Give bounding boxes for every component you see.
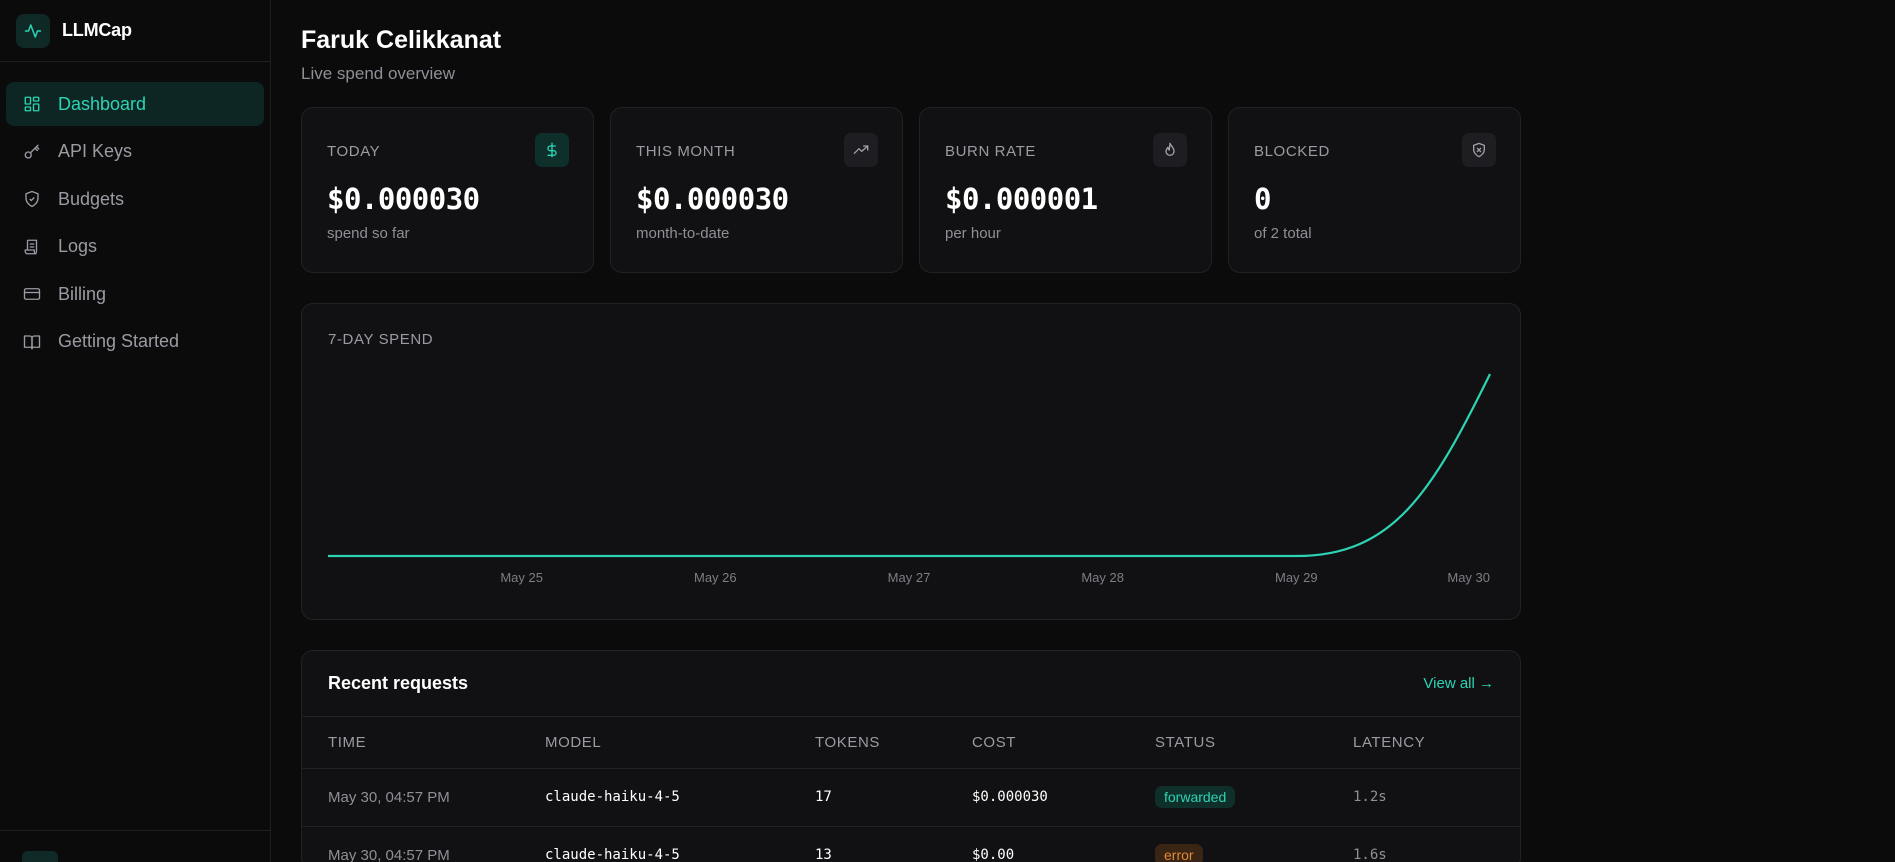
stat-card-burn-rate: BURN RATE $0.000001 per hour [919,107,1212,273]
stat-label: BURN RATE [945,143,1036,160]
spend-chart: May 25 May 26 May 27 May 28 May 29 May 30 [328,373,1491,585]
flame-icon [1153,133,1187,167]
sidebar-item-logs[interactable]: Logs [6,225,264,269]
spend-line [328,373,1491,558]
stat-label: THIS MONTH [636,143,736,160]
cell-tokens: 13 [815,826,972,862]
x-tick-label: May 29 [1275,570,1318,585]
shield-icon [22,189,42,209]
recent-requests-card: Recent requests View all → TIME MODEL TO… [301,650,1521,862]
status-badge: forwarded [1155,786,1236,808]
user-avatar[interactable] [22,851,58,862]
sidebar-item-label: Logs [58,236,98,256]
sidebar-item-label: Budgets [58,188,125,209]
sidebar-item-label: API Keys [58,141,133,161]
column-header-latency[interactable]: LATENCY [1353,717,1520,769]
spend-chart-card: 7-DAY SPEND May 25 May 26 May 27 May 28 May … [301,303,1521,620]
x-tick-label: May 25 [500,570,543,585]
credit-card-icon [22,284,42,304]
sidebar-item-label: Billing [58,283,107,304]
x-tick-label: May 26 [694,570,737,585]
cell-time: May 30, 04:57 PM [302,768,545,827]
x-tick-label: May 27 [888,570,931,585]
sidebar-item-dashboard[interactable]: Dashboard [6,82,264,126]
stat-card-blocked: BLOCKED 0 of 2 total [1228,107,1521,273]
stat-value: $0.000030 [327,182,480,216]
cell-cost: $0.000030 [972,768,1155,827]
column-header-status[interactable]: STATUS [1155,717,1353,769]
sidebar-item-getting-started[interactable]: Getting Started [6,320,264,364]
trending-up-icon [844,133,878,167]
cell-status: forwarded [1155,768,1353,827]
stat-label: TODAY [327,143,381,160]
activity-logo-icon [16,13,50,48]
page-title: Faruk Celikkanat [301,26,502,54]
column-header-tokens[interactable]: TOKENS [815,717,972,769]
main-content: Faruk Celikkanat Live spend overview TOD… [301,0,1521,862]
cell-model: claude-haiku-4-5 [545,768,815,827]
dollar-icon [535,133,569,167]
stat-sub: per hour [945,225,1001,242]
stat-label: BLOCKED [1254,143,1330,160]
stat-sub: of 2 total [1254,225,1312,242]
x-tick-label: May 28 [1081,570,1124,585]
sidebar-item-billing[interactable]: Billing [6,272,264,316]
column-header-cost[interactable]: COST [972,717,1155,769]
recent-requests-title: Recent requests [328,673,469,693]
table-header-row: TIME MODEL TOKENS COST STATUS LATENCY [302,717,1520,769]
cell-latency: 1.2s [1353,768,1520,827]
brand-name: LLMCap [62,20,132,40]
scroll-icon [22,237,42,257]
sidebar-item-budgets[interactable]: Budgets [6,177,264,221]
sidebar: LLMCap Dashboard API Keys Budgets Logs B… [0,0,271,862]
cell-cost: $0.00 [972,826,1155,862]
stat-value: $0.000001 [945,182,1098,216]
stat-card-this-month: THIS MONTH $0.000030 month-to-date [610,107,903,273]
stats-row: TODAY $0.000030 spend so far THIS MONTH … [301,107,1521,273]
column-header-time[interactable]: TIME [302,717,545,769]
view-all-link[interactable]: View all → [1423,675,1494,692]
sidebar-footer [0,830,270,862]
brand[interactable]: LLMCap [0,0,270,62]
stat-value: 0 [1254,182,1271,216]
sidebar-item-label: Dashboard [58,93,147,114]
page-subtitle: Live spend overview [301,64,456,83]
table-row[interactable]: May 30, 04:57 PM claude-haiku-4-5 13 $0.… [302,826,1520,862]
sidebar-nav: Dashboard API Keys Budgets Logs Billing … [0,62,270,364]
requests-table: TIME MODEL TOKENS COST STATUS LATENCY Ma… [302,717,1520,862]
stat-sub: spend so far [327,225,410,242]
sidebar-item-api-keys[interactable]: API Keys [6,130,264,174]
cell-time: May 30, 04:57 PM [302,826,545,862]
stat-card-today: TODAY $0.000030 spend so far [301,107,594,273]
book-icon [22,332,42,352]
cell-model: claude-haiku-4-5 [545,826,815,862]
sidebar-item-label: Getting Started [58,331,180,351]
stat-sub: month-to-date [636,225,730,242]
x-tick-label: May 30 [1447,570,1490,585]
status-badge: error [1155,844,1203,862]
dashboard-icon [22,94,42,114]
cell-latency: 1.6s [1353,826,1520,862]
stat-value: $0.000030 [636,182,789,216]
shield-x-icon [1462,133,1496,167]
cell-status: error [1155,826,1353,862]
column-header-model[interactable]: MODEL [545,717,815,769]
cell-tokens: 17 [815,768,972,827]
key-icon [22,142,42,162]
app-root: LLMCap Dashboard API Keys Budgets Logs B… [0,0,1895,862]
table-row[interactable]: May 30, 04:57 PM claude-haiku-4-5 17 $0.… [302,768,1520,827]
recent-requests-header: Recent requests View all → [302,651,1520,717]
